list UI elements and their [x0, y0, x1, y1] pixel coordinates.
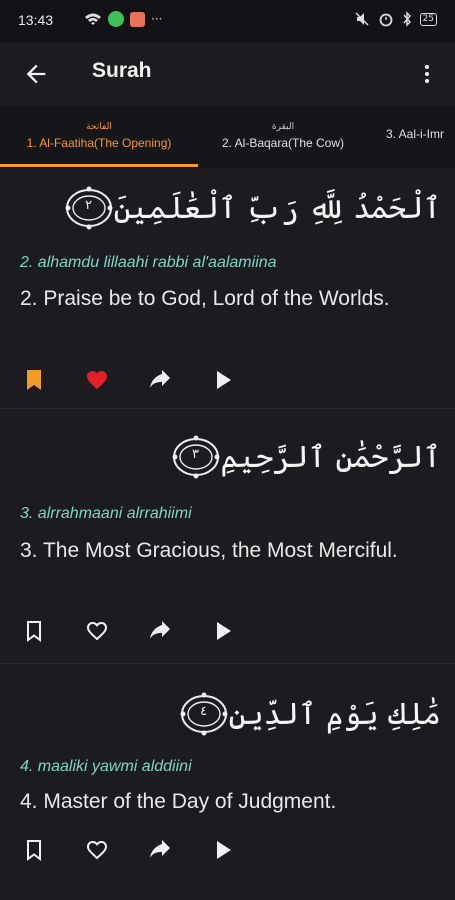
- mute-icon: [355, 12, 369, 26]
- share-arrow-icon: [150, 370, 170, 388]
- bookmark-outline-icon: [27, 621, 41, 642]
- tab-label: 3. Aal-i-Imr: [386, 127, 445, 141]
- ayah-number-ornament: ٣: [171, 435, 221, 479]
- arabic-verse-row: مَٰلِكِ يَوْمِ ٱلدِّينِ ٤: [175, 692, 441, 736]
- bookmark-outline-icon: [27, 840, 41, 861]
- ayah-actions: [20, 366, 272, 394]
- arrow-back-icon: [26, 64, 46, 84]
- heart-outline-icon: [86, 840, 108, 860]
- arabic-verse-row: ٱلْحَمْدُ لِلَّهِ رَبِّ ٱلْعَٰلَمِينَ ٢: [60, 186, 441, 230]
- bookmark-button[interactable]: [20, 366, 48, 394]
- transliteration-text: 2. alhamdu lillaahi rabbi al'aalamiina: [20, 254, 277, 271]
- ayah-number: ٣: [192, 447, 199, 462]
- more-notifications-icon: ···: [151, 12, 163, 26]
- active-tab-indicator: [0, 164, 198, 167]
- app-bar: Surah: [0, 42, 455, 106]
- play-icon: [217, 622, 231, 640]
- surah-tabs: الفاتحة 1. Al-Faatiha(The Opening) البقر…: [0, 106, 455, 168]
- share-arrow-icon: [150, 621, 170, 639]
- play-button[interactable]: [209, 366, 237, 394]
- play-button[interactable]: [209, 836, 237, 864]
- play-button[interactable]: [209, 617, 237, 645]
- favorite-button[interactable]: [83, 617, 111, 645]
- overflow-menu-button[interactable]: [415, 60, 439, 88]
- heart-outline-icon: [86, 621, 108, 641]
- arabic-verse: ٱلْحَمْدُ لِلَّهِ رَبِّ ٱلْعَٰلَمِينَ: [113, 190, 441, 226]
- wifi-icon: [85, 13, 101, 25]
- status-icons-right: 25: [354, 11, 437, 27]
- ayah-card: ٱلرَّحْمَٰنِ ٱلرَّحِيمِ ٣ 3. alrrahmaani…: [0, 413, 455, 664]
- arabic-verse: مَٰلِكِ يَوْمِ ٱلدِّينِ: [228, 696, 441, 732]
- share-button[interactable]: [146, 366, 174, 394]
- favorite-button[interactable]: [83, 366, 111, 394]
- tab-aal-i-imran[interactable]: 3. Aal-i-Imr: [378, 106, 455, 168]
- share-arrow-icon: [150, 840, 170, 858]
- bookmark-filled-icon: [27, 370, 41, 390]
- status-bar: 13:43 ··· 25: [0, 0, 455, 42]
- play-icon: [217, 841, 231, 859]
- translation-text: 4. Master of the Day of Judgment.: [20, 790, 337, 813]
- tab-al-baqara[interactable]: البقرة 2. Al-Baqara(The Cow): [202, 106, 364, 168]
- transliteration-text: 3. alrrahmaani alrrahiimi: [20, 505, 192, 522]
- tab-label: 1. Al-Faatiha(The Opening): [26, 136, 172, 150]
- bookmark-button[interactable]: [20, 836, 48, 864]
- ayah-number-ornament: ٢: [64, 186, 114, 230]
- arabic-verse-row: ٱلرَّحْمَٰنِ ٱلرَّحِيمِ ٣: [167, 435, 441, 479]
- more-vertical-icon: [425, 65, 429, 83]
- tab-label: 2. Al-Baqara(The Cow): [221, 136, 345, 150]
- page-title: Surah: [92, 59, 152, 82]
- battery-icon: 25: [419, 12, 437, 26]
- arabic-verse: ٱلرَّحْمَٰنِ ٱلرَّحِيمِ: [220, 439, 441, 475]
- share-button[interactable]: [146, 836, 174, 864]
- ayah-list[interactable]: ٱلْحَمْدُ لِلَّهِ رَبِّ ٱلْعَٰلَمِينَ ٢ …: [0, 168, 455, 900]
- ayah-actions: [20, 617, 272, 645]
- transliteration-text: 4. maaliki yawmi alddiini: [20, 758, 192, 775]
- tab-arabic-label: الفاتحة: [86, 122, 112, 132]
- heart-filled-icon: [87, 371, 107, 389]
- status-time: 13:43: [18, 12, 54, 28]
- alarm-icon: [379, 13, 392, 27]
- play-icon: [217, 371, 231, 389]
- status-icons-left: ···: [84, 11, 162, 27]
- notification-app-icon: [130, 11, 145, 27]
- whatsapp-icon: [108, 11, 124, 27]
- ayah-card: مَٰلِكِ يَوْمِ ٱلدِّينِ ٤ 4. maaliki yaw…: [0, 668, 455, 900]
- ayah-number: ٢: [85, 198, 93, 213]
- translation-text: 2. Praise be to God, Lord of the Worlds.: [20, 287, 390, 310]
- translation-text: 3. The Most Gracious, the Most Merciful.: [20, 539, 398, 562]
- back-button[interactable]: [22, 60, 50, 88]
- favorite-button[interactable]: [83, 836, 111, 864]
- ayah-number-ornament: ٤: [179, 692, 229, 736]
- tab-al-faatiha[interactable]: الفاتحة 1. Al-Faatiha(The Opening): [0, 106, 198, 168]
- ayah-number: ٤: [200, 704, 208, 719]
- share-button[interactable]: [146, 617, 174, 645]
- bluetooth-icon: [403, 11, 411, 27]
- ayah-actions: [20, 836, 272, 864]
- ayah-card: ٱلْحَمْدُ لِلَّهِ رَبِّ ٱلْعَٰلَمِينَ ٢ …: [0, 168, 455, 409]
- tab-arabic-label: البقرة: [271, 122, 295, 132]
- bookmark-button[interactable]: [20, 617, 48, 645]
